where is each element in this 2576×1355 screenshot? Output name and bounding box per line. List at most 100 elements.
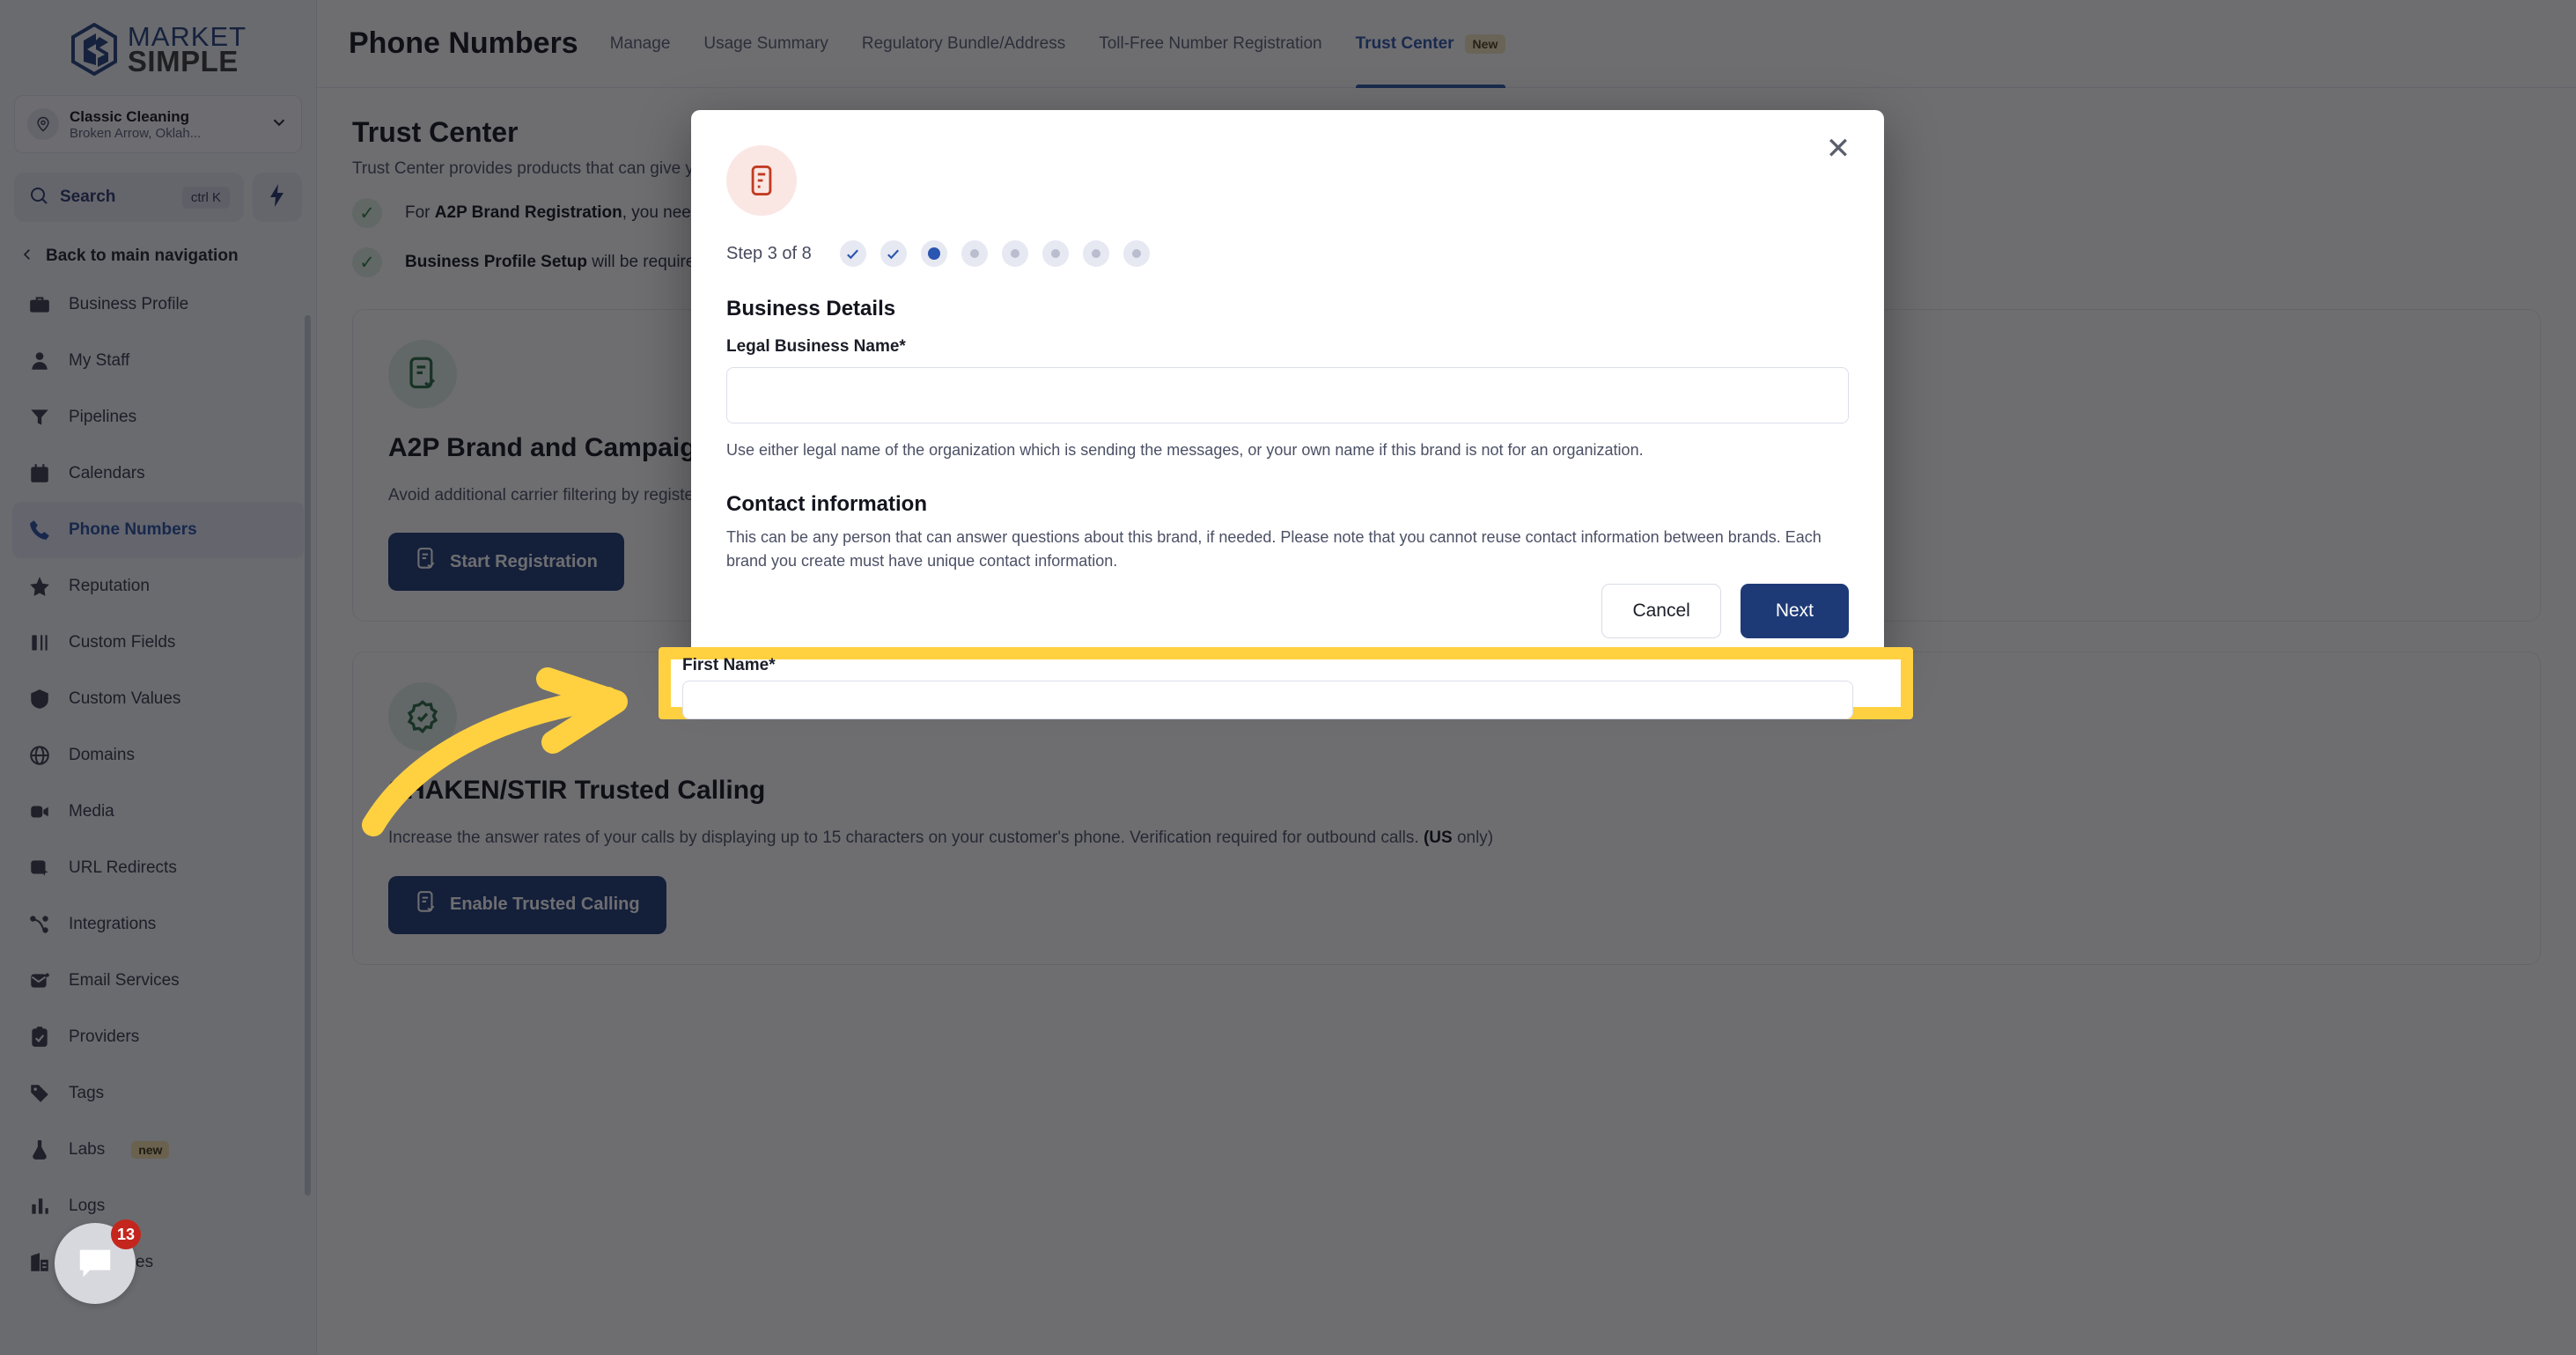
contact-information-heading: Contact information — [726, 492, 927, 516]
chat-bubble-icon — [79, 1249, 111, 1278]
bolt-icon — [267, 183, 288, 211]
tab-label: Regulatory Bundle/Address — [861, 33, 1066, 53]
verified-badge-icon — [388, 682, 457, 752]
close-icon[interactable]: ✕ — [1819, 129, 1858, 168]
sidebar-item-media[interactable]: Media — [12, 784, 304, 840]
sidebar-item-tags[interactable]: Tags — [12, 1065, 304, 1122]
sidebar-item-pipelines[interactable]: Pipelines — [12, 389, 304, 446]
first-name-input[interactable] — [682, 681, 1853, 719]
tab-usage-summary[interactable]: Usage Summary — [703, 0, 828, 88]
tab-trust-center[interactable]: Trust Center New — [1355, 0, 1506, 88]
envelope-icon — [26, 968, 53, 994]
sidebar-item-email-services[interactable]: Email Services — [12, 953, 304, 1009]
sidebar-item-labs[interactable]: Labs new — [12, 1122, 304, 1178]
chat-widget-button[interactable]: 13 — [55, 1219, 141, 1304]
step-dot-5 — [1001, 240, 1028, 267]
sidebar-item-url-redirects[interactable]: URL Redirects — [12, 840, 304, 896]
registration-modal: ✕ Step 3 of 8 Business Details Legal Bus… — [691, 110, 1884, 663]
step-dot-3 — [920, 240, 947, 267]
globe-icon — [26, 742, 53, 769]
sidebar-item-label: Custom Values — [69, 689, 181, 708]
logo-text-bottom: SIMPLE — [127, 45, 239, 78]
market-simple-logo-icon — [70, 23, 117, 76]
search-input[interactable]: Search ctrl K — [14, 173, 244, 222]
sidebar-item-label: Pipelines — [69, 408, 137, 426]
sidebar-item-badge: new — [131, 1141, 170, 1159]
tag-icon — [26, 1080, 53, 1107]
sidebar-item-phone-numbers[interactable]: Phone Numbers — [12, 502, 304, 558]
tab-label: Toll-Free Number Registration — [1099, 33, 1322, 53]
chevron-left-icon — [19, 245, 35, 268]
top-bar: Phone Numbers Manage Usage Summary Regulat… — [317, 0, 2576, 88]
next-button[interactable]: Next — [1740, 584, 1849, 638]
cancel-button[interactable]: Cancel — [1601, 584, 1721, 638]
tab-regulatory-bundle-address[interactable]: Regulatory Bundle/Address — [862, 0, 1065, 88]
video-icon — [26, 799, 53, 825]
step-dot-6 — [1041, 240, 1069, 267]
card-body: Increase the answer rates of your calls … — [388, 828, 1494, 848]
sidebar-item-domains[interactable]: Domains — [12, 727, 304, 784]
first-name-field-group: First Name* — [682, 656, 1888, 719]
sidebar-item-my-staff[interactable]: My Staff — [12, 333, 304, 389]
sidebar-search-row: Search ctrl K — [14, 173, 302, 222]
sidebar-item-label: Domains — [69, 746, 135, 764]
sidebar-item-reputation[interactable]: Reputation — [12, 558, 304, 615]
sidebar-item-calendars[interactable]: Calendars — [12, 446, 304, 502]
card-action-label: Start Registration — [450, 551, 598, 571]
chevron-down-icon[interactable] — [269, 113, 289, 136]
sidebar-scrollbar[interactable] — [305, 315, 311, 1196]
sidebar-item-business-profile[interactable]: Business Profile — [12, 276, 304, 333]
sidebar-item-label: Business Profile — [69, 295, 189, 313]
user-icon — [26, 348, 53, 374]
quick-actions-button[interactable] — [253, 173, 302, 222]
sidebar-item-integrations[interactable]: Integrations — [12, 896, 304, 953]
tab-toll-free-number-registration[interactable]: Toll-Free Number Registration — [1099, 0, 1321, 88]
funnel-icon — [26, 404, 53, 431]
sidebar-item-custom-values[interactable]: Custom Values — [12, 671, 304, 727]
search-icon — [28, 185, 49, 210]
sidebar-item-providers[interactable]: Providers — [12, 1009, 304, 1065]
phone-icon — [26, 517, 53, 543]
sidebar-item-label: URL Redirects — [69, 858, 177, 877]
app-root: MARKET SIMPLE Classic Cleaning Broken Ar… — [0, 0, 2576, 1355]
nodes-icon — [26, 911, 53, 938]
tab-label: Trust Center — [1355, 33, 1454, 53]
shield-icon — [26, 686, 53, 712]
card-heading: SHAKEN/STIR Trusted Calling — [388, 776, 766, 806]
modal-header-icon — [726, 145, 797, 216]
search-shortcut-badge: ctrl K — [181, 186, 230, 209]
card-action-label: Enable Trusted Calling — [450, 895, 640, 915]
sidebar-item-custom-fields[interactable]: Custom Fields — [12, 615, 304, 671]
card-action-button[interactable]: Enable Trusted Calling — [388, 875, 666, 934]
sidebar-item-logs[interactable]: Logs — [12, 1178, 304, 1234]
document-lines-icon — [751, 166, 772, 195]
location-switcher[interactable]: Classic Cleaning Broken Arrow, Oklah... — [14, 95, 302, 153]
location-pin-icon — [27, 108, 59, 140]
doc-btn-icon — [415, 890, 438, 920]
star-icon — [26, 573, 53, 600]
app-logo[interactable]: MARKET SIMPLE — [0, 0, 316, 92]
back-to-main-navigation[interactable]: Back to main navigation — [19, 245, 297, 268]
building-icon — [26, 1249, 53, 1276]
location-name: Classic Cleaning — [70, 107, 190, 125]
legal-business-name-input[interactable] — [726, 367, 1849, 423]
tab-manage[interactable]: Manage — [610, 0, 671, 88]
location-subtitle: Broken Arrow, Oklah... — [70, 125, 202, 141]
clipboard-check-icon — [26, 1024, 53, 1050]
tab-label: Manage — [609, 33, 671, 53]
tab-label: Usage Summary — [703, 33, 828, 53]
bars-chart-icon — [26, 1193, 53, 1219]
sidebar-item-label: Labs — [69, 1140, 106, 1159]
step-dot-1 — [839, 240, 866, 267]
page-title: Phone Numbers — [349, 26, 578, 60]
business-details-heading: Business Details — [726, 297, 896, 320]
sidebar-item-label: Media — [69, 802, 114, 821]
card-action-button[interactable]: Start Registration — [388, 533, 624, 592]
document-check-icon — [388, 340, 457, 409]
sidebar-nav: Business Profile My Staff Pipelines Cale… — [0, 276, 316, 1291]
sidebar-item-label: Custom Fields — [69, 633, 176, 652]
check-icon: ✓ — [352, 247, 382, 277]
step-dot-2 — [880, 240, 907, 267]
columns-icon — [26, 630, 53, 656]
briefcase-icon — [26, 291, 53, 318]
